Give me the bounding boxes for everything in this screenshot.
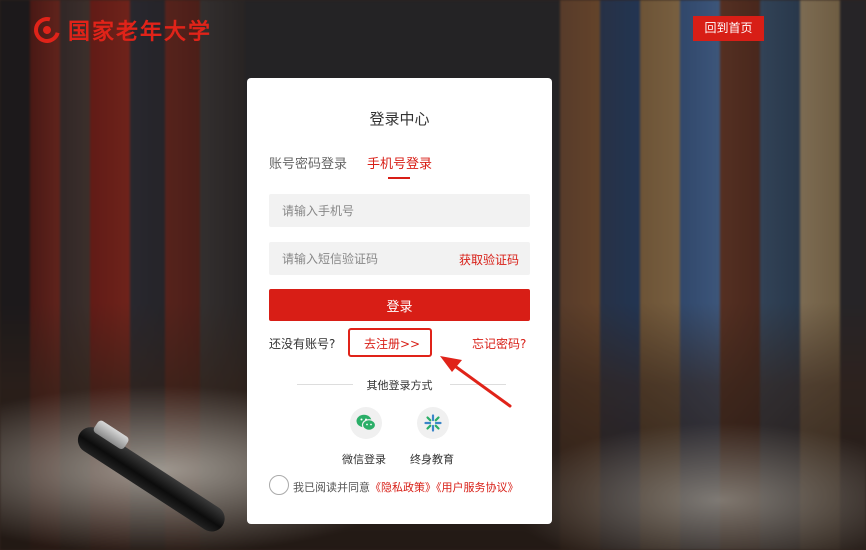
login-title: 登录中心: [369, 110, 430, 128]
tab-account-password[interactable]: 账号密码登录: [269, 153, 347, 172]
site-logo[interactable]: 国家老年大学: [29, 12, 213, 48]
lifelong-education-icon: [424, 414, 442, 432]
privacy-policy-link[interactable]: 《隐私政策》: [370, 481, 436, 494]
wechat-login-button[interactable]: [350, 407, 382, 439]
agreement-prefix: 我已阅读并同意: [293, 481, 370, 494]
lifelong-education-label: 终身教育: [410, 453, 454, 466]
logo-text: 国家老年大学: [68, 19, 213, 45]
forgot-password-link[interactable]: 忘记密码?: [472, 335, 526, 352]
agreement-checkbox[interactable]: [269, 475, 289, 495]
user-agreement-link[interactable]: 《用户服务协议》: [436, 481, 519, 494]
divider-right: [450, 384, 506, 385]
wechat-login-label: 微信登录: [342, 453, 386, 466]
tab-phone-login[interactable]: 手机号登录: [367, 153, 432, 172]
no-account-text: 还没有账号?: [269, 337, 336, 351]
get-code-link[interactable]: 获取验证码: [459, 251, 519, 268]
wechat-icon: [356, 414, 376, 431]
other-login-methods-title: 其他登录方式: [366, 379, 433, 392]
login-card: 登录中心 账号密码登录 手机号登录 获取验证码 登录 还没有账号? 去注册>> …: [247, 78, 552, 524]
register-link[interactable]: 去注册>>: [364, 335, 420, 352]
lifelong-education-login-button[interactable]: [417, 407, 449, 439]
logo-icon: [29, 12, 65, 48]
agreement-text: 我已阅读并同意《隐私政策》《用户服务协议》: [293, 479, 519, 495]
phone-input[interactable]: [269, 194, 530, 227]
back-to-home-button[interactable]: 回到首页: [693, 16, 764, 41]
login-button[interactable]: 登录: [269, 289, 530, 321]
active-tab-indicator: [388, 177, 410, 179]
